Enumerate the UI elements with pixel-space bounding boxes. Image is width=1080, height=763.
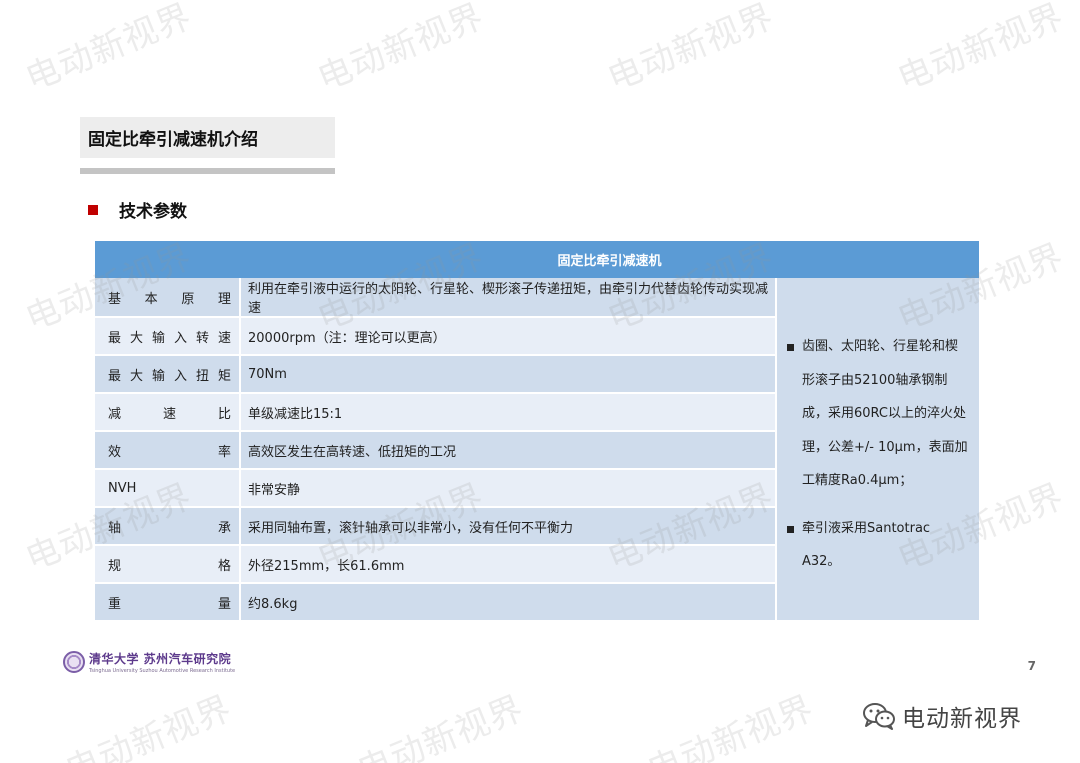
row-value: 约8.6kg <box>240 583 777 622</box>
row-value: 20000rpm（注：理论可以更高） <box>240 317 777 356</box>
square-bullet-icon <box>787 525 794 533</box>
row-value: 外径215mm，长61.6mm <box>240 545 777 584</box>
row-label: 效率 <box>95 431 241 470</box>
row-label: 减速比 <box>95 393 241 432</box>
page-number: 7 <box>1027 659 1036 673</box>
row-value: 采用同轴布置，滚针轴承可以非常小，没有任何不平衡力 <box>240 507 777 546</box>
logo-sub-text: Tsinghua University Suzhou Automotive Re… <box>89 668 236 674</box>
watermark: 电动新视界 <box>352 688 530 763</box>
note-text: 齿圈、太阳轮、行星轮和楔形滚子由52100轴承钢制成，采用60RC以上的淬火处理… <box>802 339 968 488</box>
wechat-icon <box>862 701 896 731</box>
square-bullet-icon <box>787 344 794 351</box>
watermark: 电动新视界 <box>602 0 780 100</box>
brand-mark: 电动新视界 <box>862 699 1022 733</box>
row-label: 重量 <box>95 583 241 622</box>
row-value: 70Nm <box>240 355 777 394</box>
section-heading: 技术参数 <box>88 197 187 222</box>
row-value: 利用在牵引液中运行的太阳轮、行星轮、楔形滚子传递扭矩，由牵引力代替齿轮传动实现减… <box>240 278 777 318</box>
row-label: 最大输入扭矩 <box>95 355 241 394</box>
section-heading-text: 技术参数 <box>119 202 187 222</box>
table-header-cell: 固定比牵引减速机 <box>240 241 980 278</box>
slide-title-text: 固定比牵引减速机介绍 <box>88 130 258 150</box>
watermark: 电动新视界 <box>892 0 1070 100</box>
watermark: 电动新视界 <box>312 0 490 100</box>
row-label: 轴承 <box>95 507 241 546</box>
table-header-empty-cell <box>95 241 240 278</box>
note-text: 牵引液采用Santotrac A32。 <box>802 520 931 570</box>
row-label: 最大输入转速 <box>95 317 241 356</box>
table-header-row: 固定比牵引减速机 <box>95 241 980 278</box>
brand-text: 电动新视界 <box>902 706 1022 732</box>
row-value: 单级减速比15:1 <box>240 393 777 432</box>
row-value: 高效区发生在高转速、低扭矩的工况 <box>240 431 777 470</box>
watermark: 电动新视界 <box>60 688 238 763</box>
watermark: 电动新视界 <box>20 0 198 100</box>
note-item: 齿圈、太阳轮、行星轮和楔形滚子由52100轴承钢制成，采用60RC以上的淬火处理… <box>787 330 969 498</box>
row-label: NVH <box>95 469 241 508</box>
row-label: 基本原理 <box>95 278 241 318</box>
logo-main-text: 清华大学 苏州汽车研究院 <box>89 652 232 666</box>
logo-text-block: 清华大学 苏州汽车研究院 Tsinghua University Suzhou … <box>89 650 235 674</box>
notes-cell: 齿圈、太阳轮、行星轮和楔形滚子由52100轴承钢制成，采用60RC以上的淬火处理… <box>776 278 980 622</box>
title-underline <box>80 168 335 174</box>
row-value: 非常安静 <box>240 469 777 508</box>
institute-logo: 清华大学 苏州汽车研究院 Tsinghua University Suzhou … <box>63 650 235 674</box>
parameters-table: 固定比牵引减速机 基本原理 利用在牵引液中运行的太阳轮、行星轮、楔形滚子传递扭矩… <box>95 241 980 622</box>
slide-title: 固定比牵引减速机介绍 <box>80 117 335 158</box>
row-label: 规格 <box>95 545 241 584</box>
square-bullet-icon <box>88 204 98 215</box>
watermark: 电动新视界 <box>642 688 820 763</box>
university-seal-icon <box>63 651 85 673</box>
table-row: 基本原理 利用在牵引液中运行的太阳轮、行星轮、楔形滚子传递扭矩，由牵引力代替齿轮… <box>95 278 980 622</box>
note-item: 牵引液采用Santotrac A32。 <box>787 512 969 579</box>
